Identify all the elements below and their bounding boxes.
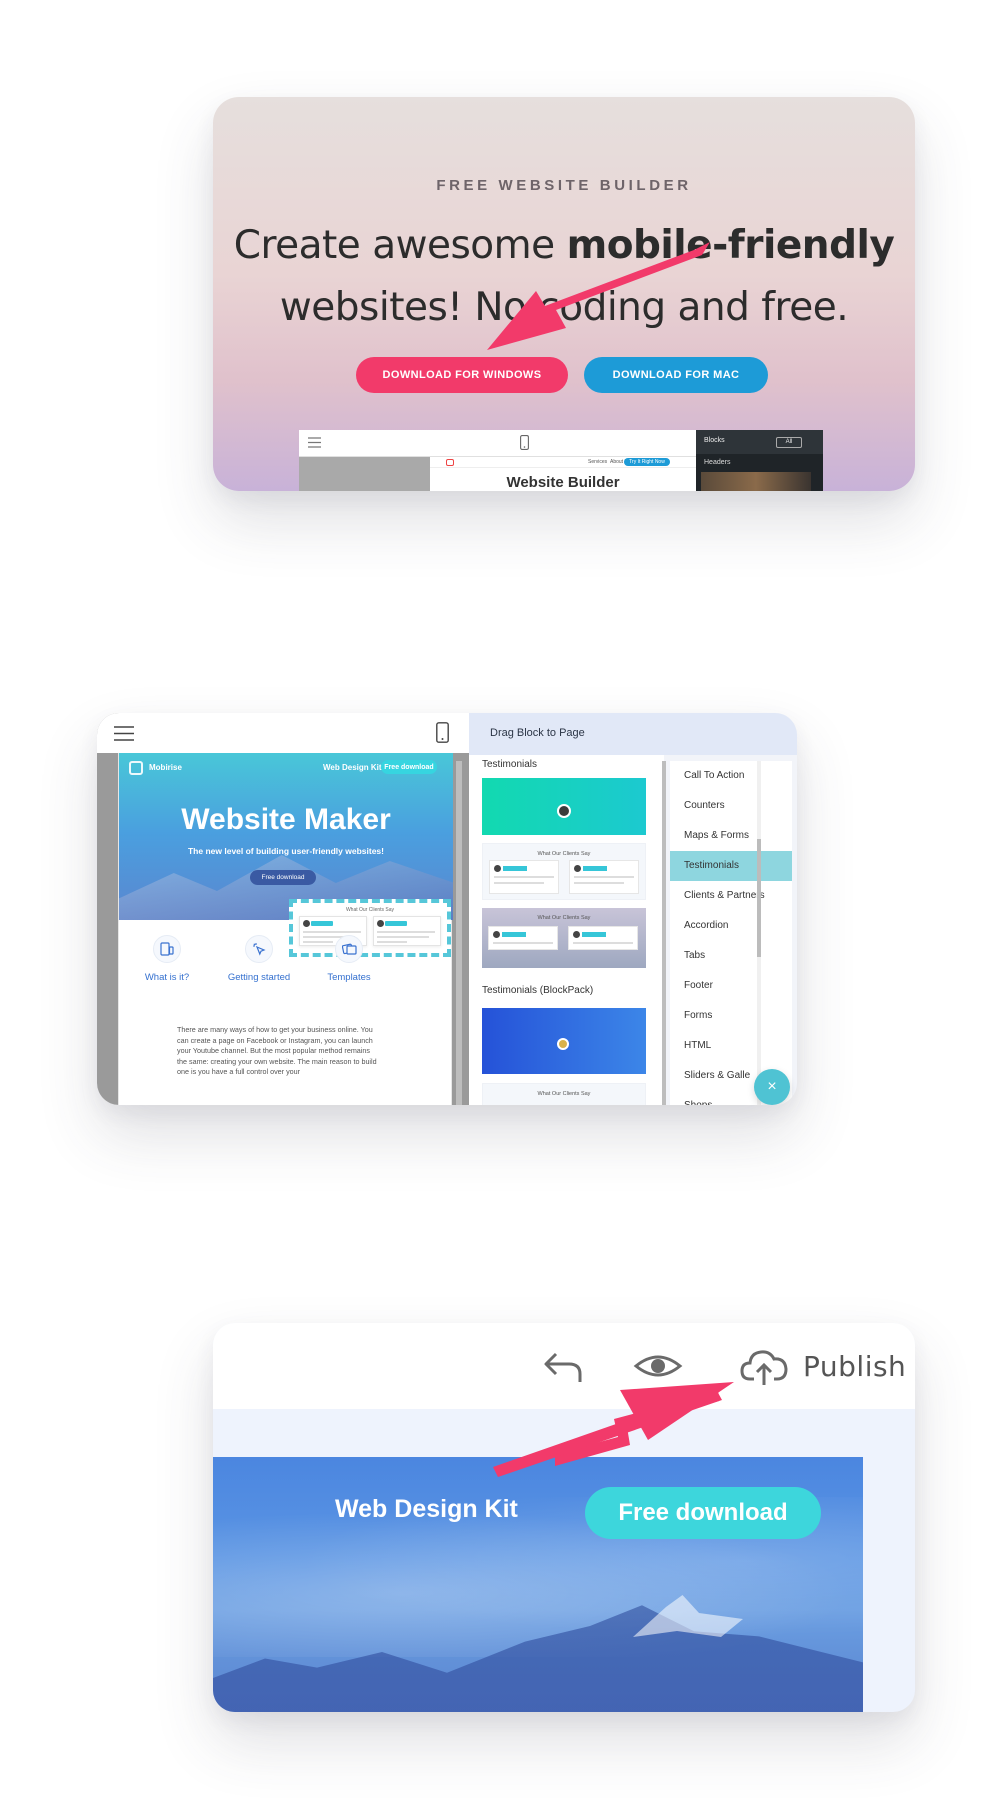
undo-icon[interactable] (539, 1341, 589, 1391)
blocks-label: Blocks (704, 437, 725, 444)
hamburger-icon (308, 437, 321, 448)
category-forms[interactable]: Forms (670, 1001, 792, 1031)
thumb-title: What Our Clients Say (537, 851, 591, 857)
block-thumbnail[interactable]: What Our Clients Say (482, 843, 646, 900)
category-footer[interactable]: Footer (670, 971, 792, 1001)
app-preview: Services About Us Try It Right Now Websi… (299, 430, 823, 491)
category-call-to-action[interactable]: Call To Action (670, 761, 792, 791)
headers-section-label: Headers (704, 459, 731, 466)
site-download-button: Free download (250, 870, 316, 885)
eyebrow-text: FREE WEBSITE BUILDER (436, 177, 692, 194)
intro-paragraph: There are many ways of how to get your b… (177, 1025, 377, 1076)
preview-toolbar (299, 430, 696, 457)
header-block-thumbnail (701, 472, 811, 491)
blocks-scrollbar[interactable] (662, 761, 666, 1105)
blocks-sidebar: Blocks All Headers (696, 430, 823, 491)
site-brand: Mobirise (149, 763, 182, 772)
site-header: Services About Us Try It Right Now (430, 457, 696, 468)
cursor-click-icon (245, 935, 273, 963)
site-title: Website Builder (506, 474, 620, 491)
site-nav-free-button: Free download (381, 760, 437, 774)
blocks-panel-header: Drag Block to Page (469, 713, 797, 755)
block-thumbnail[interactable]: What Our Clients Say (482, 1083, 646, 1105)
editor-toolbar (97, 713, 469, 753)
site-cta-button: Try It Right Now (624, 458, 670, 466)
editor-top-toolbar: Publish (213, 1323, 915, 1409)
eye-icon[interactable] (633, 1341, 683, 1391)
site-nav-kit: Web Design Kit (323, 763, 382, 772)
download-mac-button[interactable]: DOWNLOAD FOR MAC (584, 357, 768, 393)
hamburger-icon[interactable] (114, 726, 134, 741)
download-windows-button[interactable]: DOWNLOAD FOR WINDOWS (356, 357, 568, 393)
hero-card: FREE WEBSITE BUILDER Create awesome mobi… (213, 97, 915, 491)
preview-gutter (299, 457, 430, 491)
title-line2: websites! No coding and free. (279, 285, 849, 330)
drop-target-title: What Our Clients Say (345, 907, 395, 913)
category-counters[interactable]: Counters (670, 791, 792, 821)
feature-label: Templates (327, 972, 371, 983)
cloud-upload-icon[interactable] (739, 1341, 789, 1391)
category-maps-forms[interactable]: Maps & Forms (670, 821, 792, 851)
title-bold: mobile-friendly (566, 223, 895, 268)
publish-card: Publish Web Design Kit Free download (213, 1323, 915, 1712)
mobile-icon (520, 435, 529, 450)
canvas-scrollbar[interactable] (456, 761, 462, 1105)
site-nav-services: Services (588, 459, 608, 465)
publish-button[interactable]: Publish (803, 1350, 906, 1383)
site-hero-zoomed: Web Design Kit Free download (213, 1457, 863, 1712)
block-thumbnail[interactable] (482, 778, 646, 835)
category-testimonials[interactable]: Testimonials (670, 851, 792, 881)
device-icon (153, 935, 181, 963)
block-thumbnail[interactable]: What Our Clients Say (482, 908, 646, 968)
category-accordion[interactable]: Accordion (670, 911, 792, 941)
thumb-title: What Our Clients Say (537, 1091, 591, 1097)
category-list: Call To Action Counters Maps & Forms Tes… (670, 761, 792, 1105)
blocks-filter: All (776, 437, 802, 448)
preview-canvas: Services About Us Try It Right Now Websi… (430, 457, 696, 491)
category-html[interactable]: HTML (670, 1031, 792, 1061)
title-regular: Create awesome (233, 223, 567, 268)
site-nav-kit: Web Design Kit (335, 1495, 518, 1523)
site-subtitle: The new level of building user-friendly … (187, 846, 384, 856)
blocks-sidebar-header: Blocks All (696, 430, 823, 454)
mobile-view-icon[interactable] (436, 722, 449, 743)
site-hero: Mobirise Web Design Kit Free download We… (119, 753, 453, 920)
page-canvas: Mobirise Web Design Kit Free download We… (118, 753, 453, 1105)
feature-templates: Templates (294, 935, 404, 983)
site-title: Website Maker (181, 803, 391, 836)
site-logo-icon (446, 459, 454, 466)
site-logo-icon (129, 761, 143, 775)
category-clients-partners[interactable]: Clients & Partners (670, 881, 792, 911)
block-thumbnail[interactable] (482, 1008, 646, 1074)
blocks-list: Testimonials What Our Clients Say What O… (469, 755, 664, 1105)
editor-card: Mobirise Web Design Kit Free download We… (97, 713, 797, 1105)
close-panel-button[interactable]: × (754, 1069, 790, 1105)
images-icon (335, 935, 363, 963)
section-testimonials: Testimonials (482, 759, 538, 770)
section-testimonials-blockpack: Testimonials (BlockPack) (482, 985, 594, 996)
category-scrollbar[interactable] (757, 761, 761, 1105)
editor-left-pane: Mobirise Web Design Kit Free download We… (97, 713, 469, 1105)
category-tabs[interactable]: Tabs (670, 941, 792, 971)
free-download-button[interactable]: Free download (585, 1487, 821, 1539)
thumb-title: What Our Clients Say (537, 915, 591, 921)
blocks-panel-title: Drag Block to Page (490, 727, 585, 739)
hero-title: Create awesome mobile-friendly websites!… (213, 215, 915, 339)
